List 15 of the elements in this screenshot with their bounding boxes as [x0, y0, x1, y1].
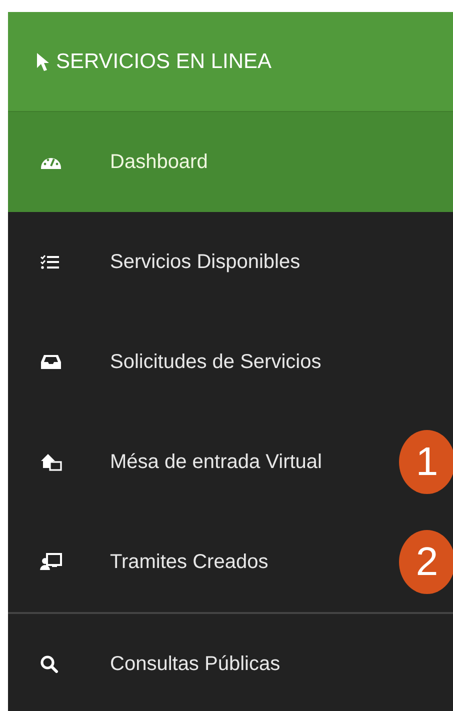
number-badge: 1: [399, 430, 453, 494]
search-icon: [40, 655, 58, 673]
checklist-icon: [40, 254, 60, 270]
house-icon: [40, 453, 62, 471]
number-badge: 2: [399, 530, 453, 594]
menu-item[interactable]: Tramites Creados 2: [8, 512, 453, 612]
menu-item[interactable]: Dashboard: [8, 112, 453, 212]
menu-item[interactable]: Consultas Públicas: [8, 614, 453, 711]
menu-item[interactable]: Solicitudes de Servicios: [8, 312, 453, 412]
menu-item[interactable]: Servicios Disponibles: [8, 212, 453, 312]
cursor-icon: [36, 52, 50, 72]
app-title: SERVICIOS EN LINEA: [56, 50, 272, 74]
menu-item[interactable]: Mésa de entrada Virtual 1: [8, 412, 453, 512]
user-screen-icon: [40, 553, 62, 571]
inbox-icon: [40, 354, 62, 370]
